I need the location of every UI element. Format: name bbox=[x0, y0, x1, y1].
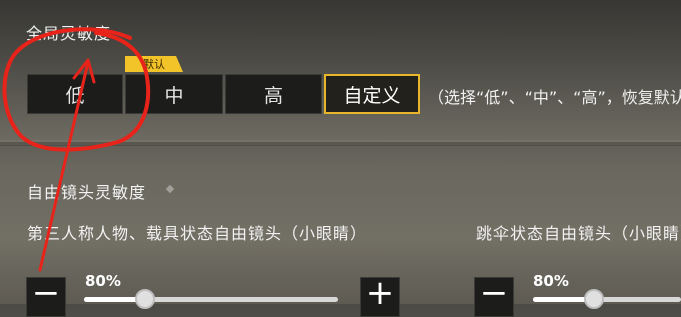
sensitivity-medium-button[interactable]: 中 bbox=[125, 74, 223, 114]
third-person-increase-button[interactable]: + bbox=[360, 276, 400, 317]
parachute-free-camera-label: 跳伞状态自由镜头（小眼睛） bbox=[476, 224, 681, 243]
slider-thumb[interactable] bbox=[134, 289, 155, 309]
slider-thumb[interactable] bbox=[583, 289, 604, 309]
sensitivity-low-button[interactable]: 低 bbox=[27, 74, 123, 114]
free-camera-sensitivity-title: 自由镜头灵敏度 bbox=[27, 183, 147, 202]
sensitivity-custom-button[interactable]: 自定义 bbox=[324, 74, 420, 114]
global-sensitivity-title: 全局灵敏度 bbox=[26, 24, 112, 43]
parachute-sensitivity-slider[interactable] bbox=[533, 289, 681, 309]
parachute-decrease-button[interactable]: − bbox=[474, 276, 514, 317]
parachute-sensitivity-value: 80% bbox=[533, 272, 569, 290]
third-person-free-camera-label: 第三人称人物、载具状态自由镜头（小眼睛） bbox=[27, 224, 368, 243]
sensitivity-high-button[interactable]: 高 bbox=[225, 74, 322, 114]
sensitivity-hint-text: （选择“低”、“中”、“高”，恢复默认 bbox=[428, 88, 681, 107]
third-person-sensitivity-value: 80% bbox=[85, 272, 121, 290]
default-badge: 默认 bbox=[125, 56, 183, 72]
third-person-sensitivity-slider[interactable] bbox=[84, 289, 338, 309]
third-person-decrease-button[interactable]: − bbox=[26, 276, 66, 317]
